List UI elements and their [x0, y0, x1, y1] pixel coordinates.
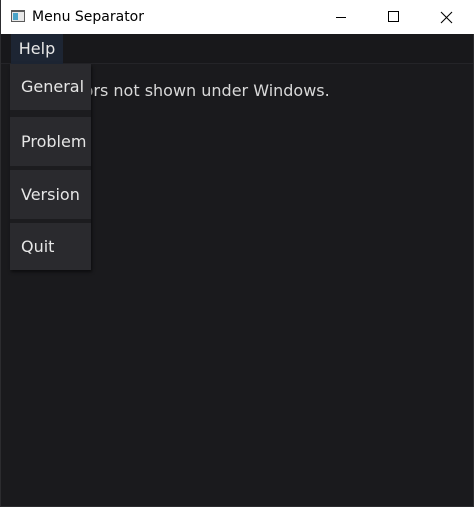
- menu-item-quit[interactable]: Quit: [10, 223, 91, 270]
- menu-item-version[interactable]: Version: [10, 170, 91, 219]
- minimize-icon: [336, 17, 346, 18]
- menu-bar: Help: [1, 34, 473, 64]
- close-icon: [440, 11, 453, 24]
- minimize-button[interactable]: [317, 0, 363, 34]
- close-button[interactable]: [423, 0, 469, 34]
- app-window-icon: [11, 10, 25, 22]
- app-window: Menu Separator Help Separators not shown…: [0, 0, 474, 507]
- menu-help[interactable]: Help: [11, 34, 63, 64]
- maximize-button[interactable]: [370, 0, 416, 34]
- menu-item-problem[interactable]: Problem: [10, 117, 91, 166]
- maximize-icon: [388, 11, 399, 22]
- help-dropdown-menu: General Problem Version Quit: [10, 64, 91, 270]
- window-title: Menu Separator: [32, 9, 144, 25]
- title-bar: Menu Separator: [1, 0, 474, 34]
- menu-item-general[interactable]: General: [10, 64, 91, 110]
